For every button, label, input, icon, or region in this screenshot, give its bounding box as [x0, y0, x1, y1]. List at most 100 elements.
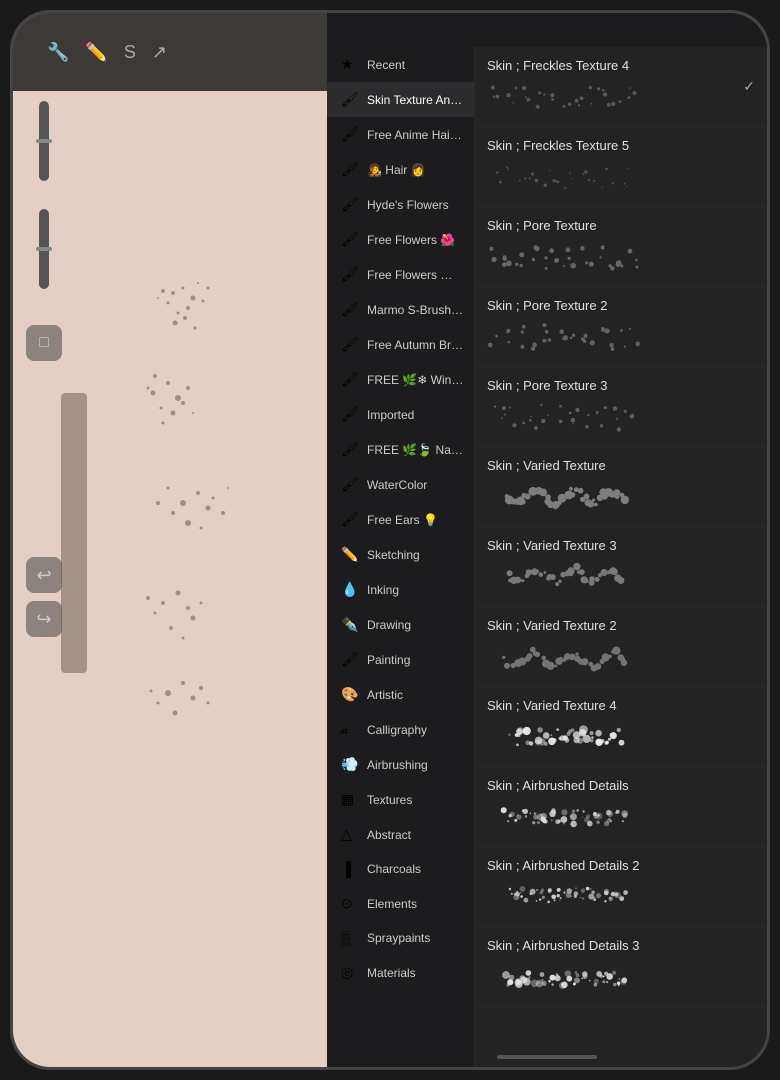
sidebar-item-12[interactable]: 🖌 WaterColor — [327, 467, 474, 502]
brush-info-6: Skin ; Varied Texture 3 — [487, 538, 755, 595]
sidebar-icon-26: ◎ — [341, 964, 359, 981]
sidebar-icon-17: 🖌 — [341, 651, 359, 668]
brush-library-panel: ★ Recent 🖌 Skin Texture And Por... 🖌 Fre… — [327, 13, 767, 1067]
brush-name-1: Skin ; Freckles Texture 5 — [487, 138, 755, 153]
sidebar-icon-3: 🖌 — [341, 161, 359, 178]
sidebar-item-18[interactable]: 🎨 Artistic — [327, 677, 474, 712]
sidebar-icon-15: 💧 — [341, 581, 359, 598]
sidebar-icon-10: 🖌 — [341, 406, 359, 423]
sidebar-label-10: Imported — [367, 408, 414, 422]
sidebar-icon-24: ⊙ — [341, 895, 359, 912]
sidebar-item-13[interactable]: 🖌 Free Ears 💡 — [327, 502, 474, 537]
brush-item-3[interactable]: Skin ; Pore Texture 2 — [475, 287, 767, 367]
sidebar-label-22: Abstract — [367, 828, 411, 842]
sidebar-item-22[interactable]: △ Abstract — [327, 817, 474, 852]
sidebar-item-1[interactable]: 🖌 Skin Texture And Por... — [327, 82, 474, 117]
sidebar-icon-8: 🖌 — [341, 336, 359, 353]
sidebar-label-2: Free Anime Hair 🎀 — [367, 128, 464, 142]
sidebar-label-14: Sketching — [367, 548, 420, 562]
brush-name-8: Skin ; Varied Texture 4 — [487, 698, 755, 713]
sidebar-icon-21: ▦ — [341, 791, 359, 808]
device: 🔧 ✏️ S ↗ ✒ ◈ ◧ ⧉ □ ↩ ↪ — [10, 10, 770, 1070]
sidebar-label-4: Hyde's Flowers — [367, 198, 449, 212]
sidebar-item-26[interactable]: ◎ Materials — [327, 955, 474, 990]
brush-item-2[interactable]: Skin ; Pore Texture — [475, 207, 767, 287]
sidebar-icon-1: 🖌 — [341, 91, 359, 108]
brush-info-4: Skin ; Pore Texture 3 — [487, 378, 755, 435]
brush-item-11[interactable]: Skin ; Airbrushed Details 3 — [475, 927, 767, 1007]
sidebar-label-6: Free Flowers 🌸 V.2 — [367, 268, 464, 282]
brush-name-5: Skin ; Varied Texture — [487, 458, 755, 473]
brush-preview-11 — [487, 959, 647, 995]
brush-preview-5 — [487, 479, 647, 515]
sidebar-label-19: Calligraphy — [367, 723, 427, 737]
brush-item-5[interactable]: Skin ; Varied Texture — [475, 447, 767, 527]
brush-item-1[interactable]: Skin ; Freckles Texture 5 — [475, 127, 767, 207]
sidebar-icon-11: 🖌 — [341, 441, 359, 458]
sidebar-item-3[interactable]: 🖌 🧑‍🎤 Hair 👩 — [327, 152, 474, 187]
sidebar-item-2[interactable]: 🖌 Free Anime Hair 🎀 — [327, 117, 474, 152]
sidebar-item-17[interactable]: 🖌 Painting — [327, 642, 474, 677]
brush-info-1: Skin ; Freckles Texture 5 — [487, 138, 755, 195]
selection-icon[interactable]: S — [124, 42, 136, 63]
brush-item-9[interactable]: Skin ; Airbrushed Details — [475, 767, 767, 847]
brush-item-0[interactable]: Skin ; Freckles Texture 4 ✓ — [475, 47, 767, 127]
sidebar-item-8[interactable]: 🖌 Free Autumn Brushes... — [327, 327, 474, 362]
brush-info-11: Skin ; Airbrushed Details 3 — [487, 938, 755, 995]
sidebar-icon-13: 🖌 — [341, 511, 359, 528]
sidebar-item-19[interactable]: 𝒶 Calligraphy — [327, 712, 474, 747]
sidebar-item-25[interactable]: ▒ Spraypaints — [327, 921, 474, 955]
scroll-indicator — [497, 1055, 597, 1059]
brush-name-4: Skin ; Pore Texture 3 — [487, 378, 755, 393]
sidebar-item-21[interactable]: ▦ Textures — [327, 782, 474, 817]
sidebar-icon-18: 🎨 — [341, 686, 359, 703]
sidebar-label-15: Inking — [367, 583, 399, 597]
brush-name-2: Skin ; Pore Texture — [487, 218, 755, 233]
brush-list: Skin ; Freckles Texture 4 ✓ Skin ; Freck… — [475, 47, 767, 1067]
transform-icon[interactable]: ↗ — [152, 42, 167, 63]
brush-preview-9 — [487, 799, 647, 835]
sidebar-item-23[interactable]: ▐ Charcoals — [327, 852, 474, 886]
sidebar-item-10[interactable]: 🖌 Imported — [327, 397, 474, 432]
sidebar-label-1: Skin Texture And Por... — [367, 93, 464, 107]
brush-preview-3 — [487, 319, 647, 355]
undo-button[interactable]: ↩ — [26, 557, 62, 593]
sidebar-item-6[interactable]: 🖌 Free Flowers 🌸 V.2 — [327, 257, 474, 292]
brush-info-9: Skin ; Airbrushed Details — [487, 778, 755, 835]
brush-preview-0 — [487, 79, 647, 115]
brush-item-6[interactable]: Skin ; Varied Texture 3 — [475, 527, 767, 607]
square-tool[interactable]: □ — [26, 325, 62, 361]
sidebar-item-15[interactable]: 💧 Inking — [327, 572, 474, 607]
brush-item-4[interactable]: Skin ; Pore Texture 3 — [475, 367, 767, 447]
sidebar-item-16[interactable]: ✒️ Drawing — [327, 607, 474, 642]
sidebar-list: ★ Recent 🖌 Skin Texture And Por... 🖌 Fre… — [327, 47, 475, 1067]
brush-preview-10 — [487, 879, 647, 915]
sidebar-item-9[interactable]: 🖌 FREE 🌿❄ Winter N... — [327, 362, 474, 397]
sidebar-item-4[interactable]: 🖌 Hyde's Flowers — [327, 187, 474, 222]
sidebar-label-21: Textures — [367, 793, 412, 807]
sidebar-label-8: Free Autumn Brushes... — [367, 338, 464, 352]
sidebar-icon-2: 🖌 — [341, 126, 359, 143]
opacity-slider[interactable] — [39, 209, 49, 289]
sidebar-item-24[interactable]: ⊙ Elements — [327, 886, 474, 921]
brush-name-7: Skin ; Varied Texture 2 — [487, 618, 755, 633]
left-toolbar: □ ↩ ↪ — [21, 101, 67, 637]
sidebar-icon-22: △ — [341, 826, 359, 843]
redo-button[interactable]: ↪ — [26, 601, 62, 637]
cursor-icon[interactable]: ✏️ — [85, 42, 107, 63]
sidebar-label-7: Marmo S-Brush Pack — [367, 303, 464, 317]
brush-item-8[interactable]: Skin ; Varied Texture 4 — [475, 687, 767, 767]
brush-info-3: Skin ; Pore Texture 2 — [487, 298, 755, 355]
sidebar-item-0[interactable]: ★ Recent — [327, 47, 474, 82]
sidebar-item-14[interactable]: ✏️ Sketching — [327, 537, 474, 572]
sidebar-item-5[interactable]: 🖌 Free Flowers 🌺 — [327, 222, 474, 257]
sidebar-item-7[interactable]: 🖌 Marmo S-Brush Pack — [327, 292, 474, 327]
brush-item-7[interactable]: Skin ; Varied Texture 2 — [475, 607, 767, 687]
sidebar-label-25: Spraypaints — [367, 931, 430, 945]
brush-item-10[interactable]: Skin ; Airbrushed Details 2 — [475, 847, 767, 927]
sidebar-item-20[interactable]: 💨 Airbrushing — [327, 747, 474, 782]
sidebar-item-11[interactable]: 🖌 FREE 🌿🍃 Nature — [327, 432, 474, 467]
wrench-icon[interactable]: 🔧 — [47, 42, 69, 63]
size-slider[interactable] — [39, 101, 49, 181]
brush-name-0: Skin ; Freckles Texture 4 — [487, 58, 735, 73]
